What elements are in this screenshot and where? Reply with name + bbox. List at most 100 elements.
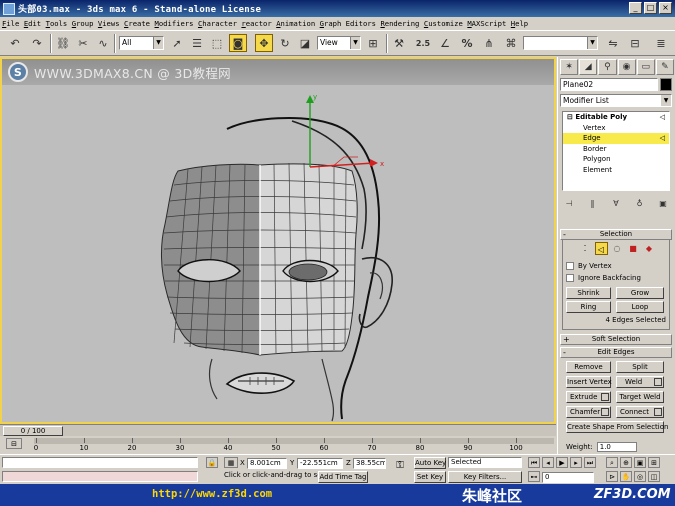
maxscript-listener-field[interactable] [2, 457, 198, 468]
hierarchy-tab-icon[interactable]: ⚲ [598, 59, 617, 75]
time-slider-track[interactable]: 0 / 100 [0, 424, 556, 436]
menu-rendering[interactable]: Rendering [380, 19, 419, 28]
object-name-field[interactable]: Plane02 [560, 78, 658, 91]
rectangular-selection-icon[interactable]: ⬚ [208, 34, 226, 52]
app-icon[interactable] [3, 2, 15, 15]
chamfer-button[interactable]: Chamfer [566, 406, 611, 418]
vertex-mode-icon[interactable]: ⁚ [579, 242, 592, 255]
edge-mode-button-icon[interactable]: ◁ [594, 242, 608, 255]
stack-item-editable-poly[interactable]: ⊟ Editable Poly ◁ [563, 112, 669, 123]
pin-stack-icon[interactable]: ⊣ [562, 197, 576, 211]
select-and-manipulate-icon[interactable]: ⚒ [390, 34, 408, 52]
field-of-view-icon[interactable]: ⊳ [606, 471, 618, 482]
remove-button[interactable]: Remove [566, 361, 611, 373]
target-weld-button[interactable]: Target Weld [616, 391, 664, 403]
border-mode-icon[interactable]: ◌ [611, 242, 624, 255]
redo-icon[interactable]: ↷ [28, 34, 46, 52]
display-tab-icon[interactable]: ▭ [636, 59, 655, 75]
key-mode-icon[interactable]: ⊷ [528, 471, 540, 482]
menu-character[interactable]: Character [198, 19, 237, 28]
menu-modifiers[interactable]: Modifiers [155, 19, 194, 28]
head-model-drawing[interactable]: x y [2, 59, 554, 422]
z-coord-field[interactable]: 38.55cm [353, 458, 386, 469]
zoom-extents-icon[interactable]: ▣ [634, 457, 646, 468]
grow-button[interactable]: Grow [616, 287, 664, 299]
time-slider-thumb[interactable]: 0 / 100 [3, 426, 63, 436]
select-by-name-icon[interactable]: ☰ [188, 34, 206, 52]
next-frame-icon[interactable]: ▸ [570, 457, 582, 468]
select-and-scale-icon[interactable]: ◪ [296, 34, 314, 52]
key-icon[interactable]: ⚿ [390, 460, 410, 471]
add-time-tag-button[interactable]: Add Time Tag [318, 471, 368, 483]
x-coord-field[interactable]: 8.001cm [247, 458, 287, 469]
close-button[interactable]: × [659, 2, 672, 14]
perspective-viewport[interactable]: S WWW.3DMAX8.CN @ 3D教程网 x y [0, 57, 556, 424]
pivot-center-icon[interactable]: ⊞ [364, 34, 382, 52]
zoom-extents-all-icon[interactable]: ⊞ [648, 457, 660, 468]
mirror-icon[interactable]: ⇋ [604, 34, 622, 52]
show-end-result-icon[interactable]: ‖ [586, 197, 600, 211]
track-bar[interactable]: ⊟ 0 10 20 30 40 50 60 70 80 90 100 [0, 436, 556, 454]
menu-customize[interactable]: Customize [424, 19, 463, 28]
maximize-viewport-icon[interactable]: ◫ [648, 471, 660, 482]
by-vertex-checkbox[interactable]: By Vertex [566, 260, 612, 271]
bind-space-warp-icon[interactable]: ∿ [94, 34, 112, 52]
selection-rollout-header[interactable]: - Selection [560, 229, 672, 240]
named-selection-dropdown[interactable]: ▼ [523, 36, 598, 50]
key-filter-dropdown[interactable]: Selected [448, 457, 522, 468]
element-mode-icon[interactable]: ◆ [643, 242, 656, 255]
weld-button[interactable]: Weld [616, 376, 664, 388]
make-unique-icon[interactable]: ∀ [609, 197, 623, 211]
go-to-start-icon[interactable]: ⏮ [528, 457, 540, 468]
configure-sets-icon[interactable]: ▣ [656, 197, 670, 211]
motion-tab-icon[interactable]: ◉ [617, 59, 636, 75]
stack-item-border[interactable]: Border [563, 144, 669, 155]
select-object-icon[interactable]: ➚ [168, 34, 186, 52]
menu-file[interactable]: File [2, 19, 19, 28]
pan-view-icon[interactable]: ✋ [620, 471, 632, 482]
menu-maxscript[interactable]: MAXScript [467, 19, 506, 28]
arc-rotate-icon[interactable]: ◎ [634, 471, 646, 482]
shrink-button[interactable]: Shrink [566, 287, 611, 299]
unlink-icon[interactable]: ✂ [74, 34, 92, 52]
loop-button[interactable]: Loop [616, 301, 664, 313]
connect-button[interactable]: Connect [616, 406, 664, 418]
insert-vertex-button[interactable]: Insert Vertex [566, 376, 612, 388]
menu-views[interactable]: Views [98, 19, 120, 28]
ignore-backfacing-checkbox[interactable]: Ignore Backfacing [566, 272, 641, 283]
y-coord-field[interactable]: -22.551cm [297, 458, 343, 469]
menu-reactor[interactable]: reactor [241, 19, 271, 28]
soft-selection-rollout-header[interactable]: + Soft Selection [560, 334, 672, 345]
remove-modifier-icon[interactable]: ♁ [633, 197, 647, 211]
auto-key-button[interactable]: Auto Key [414, 457, 446, 469]
set-key-button[interactable]: Set Key [414, 471, 446, 483]
weight-spinner[interactable]: 1.0 [596, 441, 637, 452]
modify-tab-icon[interactable]: ◢ [579, 59, 598, 75]
stack-item-edge[interactable]: Edge ◁ [563, 133, 669, 144]
spinner-snap-icon[interactable]: ⋔ [480, 34, 498, 52]
window-crossing-icon[interactable]: ◙ [229, 34, 247, 52]
previous-frame-icon[interactable]: ◂ [542, 457, 554, 468]
absolute-mode-icon[interactable]: ▦ [224, 457, 238, 468]
align-icon[interactable]: ⊟ [626, 34, 644, 52]
create-tab-icon[interactable]: ✶ [560, 59, 579, 75]
object-color-swatch[interactable] [660, 78, 672, 91]
edit-edges-rollout-header[interactable]: - Edit Edges [560, 347, 672, 358]
menu-help[interactable]: Help [511, 19, 528, 28]
weld-settings-icon[interactable] [654, 378, 662, 386]
selection-filter-dropdown[interactable]: All ▼ [119, 36, 164, 50]
zoom-all-icon[interactable]: ⊕ [620, 457, 632, 468]
snaps-toggle-icon[interactable]: 2.5 [414, 34, 432, 52]
menu-edit[interactable]: Edit [24, 19, 41, 28]
chamfer-settings-icon[interactable] [601, 408, 609, 416]
angle-snap-icon[interactable]: ∠ [436, 34, 454, 52]
utilities-tab-icon[interactable]: ✎ [655, 59, 675, 75]
by-vertex-box[interactable] [566, 261, 574, 270]
select-and-move-icon[interactable]: ✥ [255, 34, 273, 52]
track-bar-strip[interactable] [34, 438, 554, 444]
reference-coordinate-dropdown[interactable]: View ▼ [317, 36, 361, 50]
menu-tools[interactable]: Tools [46, 19, 68, 28]
stack-item-polygon[interactable]: Polygon [563, 154, 669, 165]
stack-item-element[interactable]: Element [563, 165, 669, 176]
mini-curve-editor-icon[interactable]: ⊟ [6, 438, 22, 449]
